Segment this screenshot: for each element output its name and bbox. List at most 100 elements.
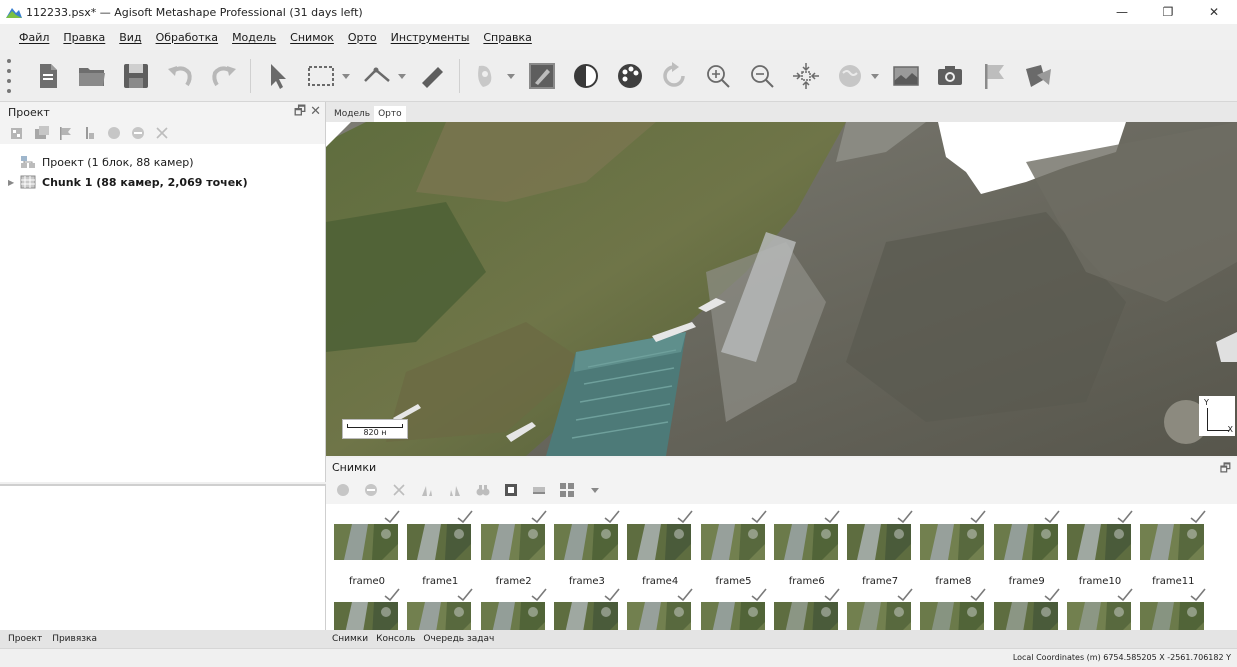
zoom-in-button[interactable] [701,56,735,96]
color-palette-button[interactable] [613,56,647,96]
close-button[interactable]: ✕ [1191,0,1237,24]
photo-thumbnail[interactable]: frame11 [1140,504,1206,594]
rotate-left-button[interactable] [418,481,436,499]
zoom-out-button[interactable] [745,56,779,96]
photo-thumbnail[interactable]: frame4 [627,504,693,594]
enable-photo-button[interactable] [334,481,352,499]
ruler-dropdown[interactable] [396,56,408,96]
photo-thumbnail[interactable] [553,582,620,630]
maximize-button[interactable]: ❐ [1145,0,1191,24]
add-scalebar-button[interactable] [82,125,98,141]
remove-button[interactable] [154,125,170,141]
sphere-dropdown[interactable] [869,56,881,96]
tree-item-project[interactable]: Проект (1 блок, 88 камер) [0,152,325,172]
add-marker-button[interactable] [58,125,74,141]
filter-button[interactable] [474,481,492,499]
measure-button[interactable] [416,56,450,96]
undock-panel-button[interactable]: 🗗 [294,104,306,120]
sphere-button[interactable] [833,56,867,96]
tab-photos[interactable]: Снимки [332,634,368,644]
tab-ortho[interactable]: Орто [374,106,406,122]
tree-expander-icon[interactable]: ▶ [8,178,20,187]
photo-thumbnail[interactable] [480,582,547,630]
close-panel-button[interactable]: ✕ [310,104,321,120]
photo-thumbnail[interactable] [773,582,840,630]
photo-thumbnail[interactable]: frame8 [920,504,987,594]
navigation-button[interactable] [260,56,294,96]
tab-model[interactable]: Модель [330,106,374,122]
ortho-edit-button[interactable] [525,56,559,96]
new-document-button[interactable] [31,56,65,96]
menu-model[interactable]: Модель [225,31,283,44]
camera-view-button[interactable] [502,481,520,499]
menu-ortho[interactable]: Орто [341,31,384,44]
ortho-view-button[interactable] [889,56,923,96]
photo-thumbnail[interactable]: frame3 [553,504,620,594]
disable-photo-button[interactable] [362,481,380,499]
photo-thumbnail[interactable] [847,582,913,630]
menu-workflow[interactable]: Обработка [149,31,225,44]
photo-thumbnail[interactable]: frame5 [700,504,767,594]
detail-view-button[interactable] [530,481,548,499]
selection-dropdown[interactable] [340,56,352,96]
tab-console[interactable]: Консоль [376,634,415,644]
menu-view[interactable]: Вид [112,31,148,44]
photo-thumbnail[interactable] [334,582,400,630]
fit-view-button[interactable] [789,56,823,96]
reset-view-button[interactable] [657,56,691,96]
menu-edit[interactable]: Правка [56,31,112,44]
photo-thumbnail[interactable] [920,582,987,630]
tab-reference[interactable]: Привязка [52,634,97,644]
marker-flag-button[interactable] [977,56,1011,96]
brush-button[interactable] [469,56,503,96]
rectangle-selection-button[interactable] [304,56,338,96]
tab-project[interactable]: Проект [8,634,42,644]
menu-file[interactable]: Файл [12,31,56,44]
photo-thumbnail[interactable] [627,582,693,630]
photo-thumbnail[interactable]: frame7 [847,504,913,594]
add-chunk-button[interactable] [10,125,26,141]
disable-button[interactable] [130,125,146,141]
save-button[interactable] [119,56,153,96]
open-button[interactable] [75,56,109,96]
panel-controls: 🗗 ✕ [294,104,321,120]
photo-thumbnail[interactable] [407,582,473,630]
shapes-button[interactable] [1021,56,1055,96]
photo-thumbnail[interactable] [1140,582,1206,630]
toolbar-grip-icon[interactable] [6,58,12,93]
menu-help[interactable]: Справка [476,31,538,44]
menu-photo[interactable]: Снимок [283,31,341,44]
photo-thumbnail[interactable] [700,582,767,630]
photo-thumbnail[interactable]: frame6 [773,504,840,594]
photo-thumbnail[interactable]: frame1 [407,504,473,594]
ortho-viewport[interactable]: 820 н Y X [326,122,1237,456]
rotate-right-button[interactable] [446,481,464,499]
add-photos-button[interactable] [34,125,50,141]
minimize-button[interactable]: — [1099,0,1145,24]
photo-thumbnail[interactable]: frame2 [480,504,547,594]
photo-thumbnail[interactable] [993,582,1060,630]
checkmark-icon [824,588,840,602]
contrast-button[interactable] [569,56,603,96]
redo-button[interactable] [207,56,241,96]
tab-jobs[interactable]: Очередь задач [423,634,494,644]
brush-dropdown[interactable] [505,56,517,96]
view-mode-dropdown[interactable] [586,481,604,499]
camera-button[interactable] [933,56,967,96]
photo-thumbnail[interactable]: frame10 [1067,504,1133,594]
remove-photo-button[interactable] [390,481,408,499]
ruler-button[interactable] [360,56,394,96]
photo-thumbnail[interactable]: frame9 [993,504,1060,594]
tree-item-chunk[interactable]: ▶ Chunk 1 (88 камер, 2,069 точек) [0,172,325,192]
grid-view-button[interactable] [558,481,576,499]
enable-button[interactable] [106,125,122,141]
menu-tools[interactable]: Инструменты [384,31,477,44]
photo-thumbnail[interactable] [1067,582,1133,630]
checkmark-icon [824,510,840,524]
marker-flag-icon [985,63,1004,89]
photo-thumbnail[interactable]: frame0 [334,504,400,594]
add-scalebar-icon [86,127,94,139]
photo-image [480,602,545,630]
undo-button[interactable] [163,56,197,96]
chevron-down-icon [591,488,599,493]
